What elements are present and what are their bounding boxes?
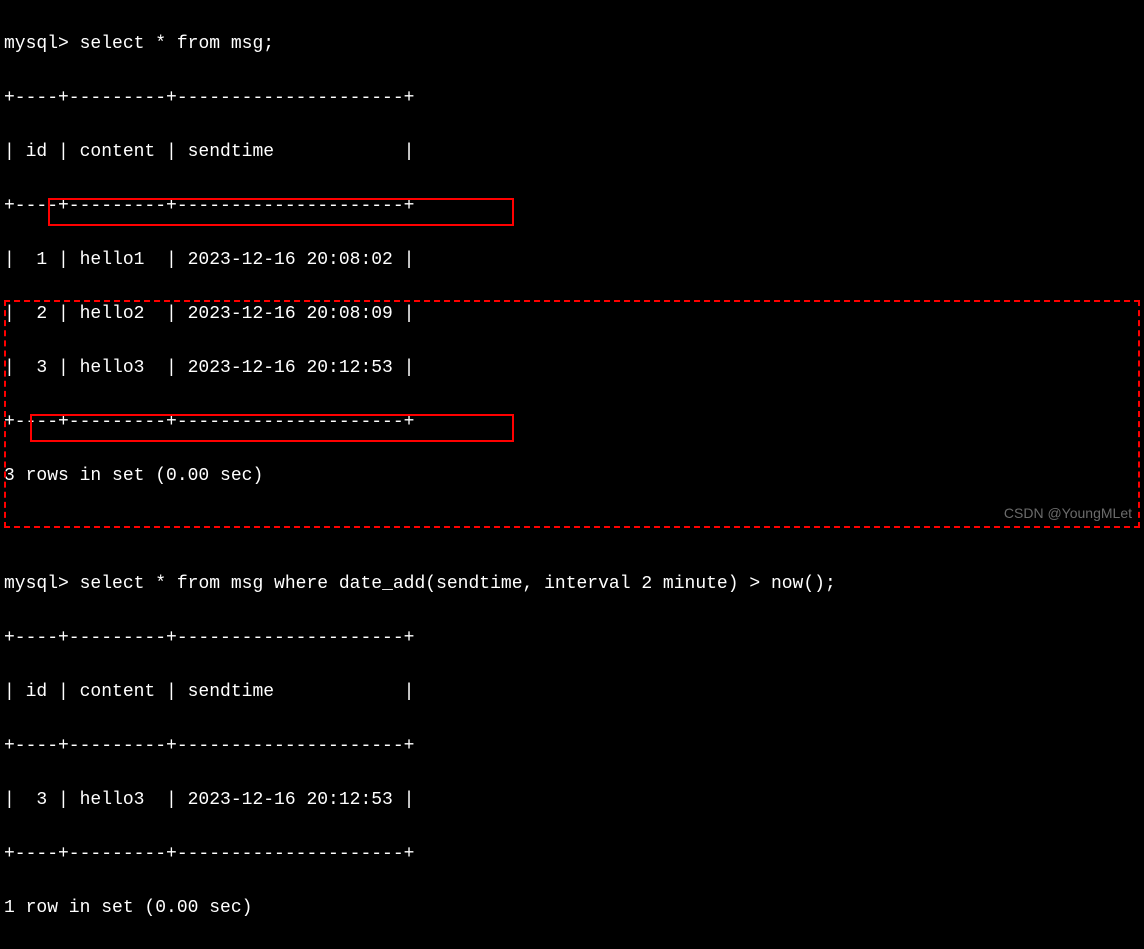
terminal-output: mysql> select * from msg; +----+--------…	[4, 4, 1140, 949]
table-border: +----+---------+---------------------+	[4, 625, 1140, 652]
table-border: +----+---------+---------------------+	[4, 85, 1140, 112]
prompt-line[interactable]: mysql> select * from msg;	[4, 31, 1140, 58]
table-row: | 3 | hello3 | 2023-12-16 20:12:53 |	[4, 355, 1140, 382]
prompt: mysql>	[4, 34, 69, 54]
watermark: CSDN @YoungMLet	[1004, 503, 1132, 524]
table-border: +----+---------+---------------------+	[4, 841, 1140, 868]
table-header: | id | content | sendtime |	[4, 679, 1140, 706]
prompt-line[interactable]: mysql> select * from msg where date_add(…	[4, 571, 1140, 598]
query1-command: select * from msg;	[80, 34, 274, 54]
table-border: +----+---------+---------------------+	[4, 733, 1140, 760]
blank-line	[4, 517, 1140, 544]
table-header: | id | content | sendtime |	[4, 139, 1140, 166]
table-row: | 1 | hello1 | 2023-12-16 20:08:02 |	[4, 247, 1140, 274]
result-summary: 3 rows in set (0.00 sec)	[4, 463, 1140, 490]
query2-command: select * from msg where date_add(sendtim…	[80, 574, 836, 594]
table-border: +----+---------+---------------------+	[4, 193, 1140, 220]
table-row: | 3 | hello3 | 2023-12-16 20:12:53 |	[4, 787, 1140, 814]
table-border: +----+---------+---------------------+	[4, 409, 1140, 436]
table-row: | 2 | hello2 | 2023-12-16 20:08:09 |	[4, 301, 1140, 328]
result-summary: 1 row in set (0.00 sec)	[4, 895, 1140, 922]
prompt: mysql>	[4, 574, 69, 594]
